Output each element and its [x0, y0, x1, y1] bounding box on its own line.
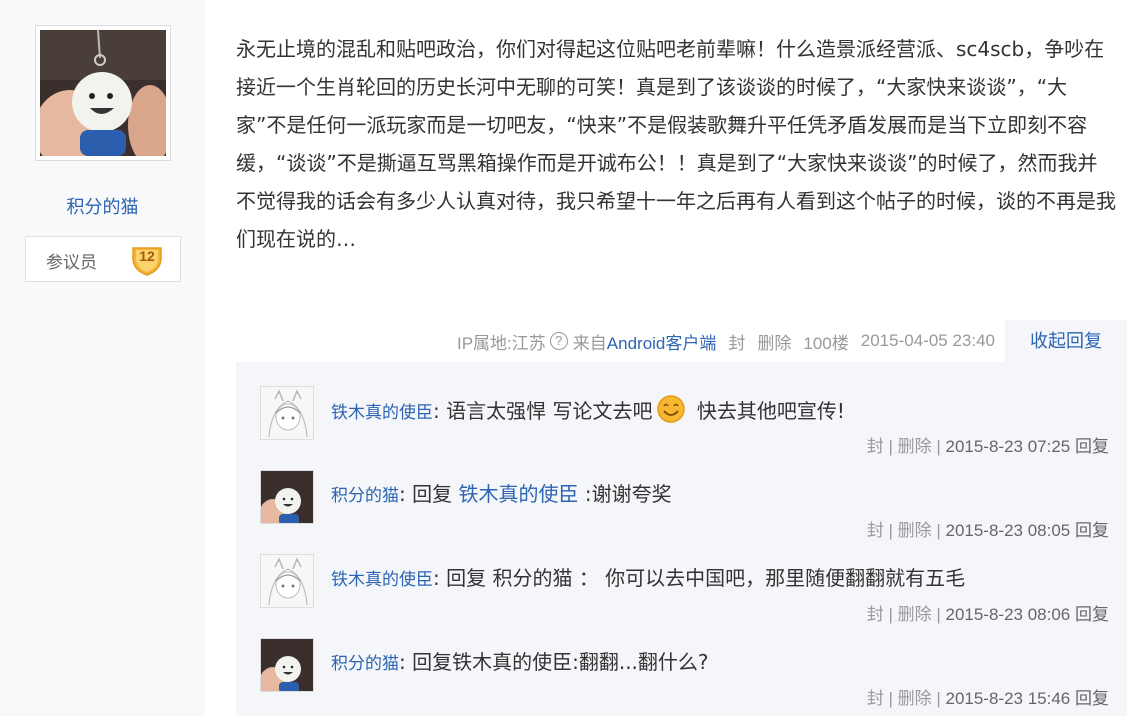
- reply-username[interactable]: 积分的猫: [331, 486, 399, 506]
- rank-box: 参议员 12: [25, 236, 181, 282]
- post-tail: IP属地:江苏 ? 来自 Android客户端 封 删除 100楼 2015-0…: [236, 320, 1127, 362]
- level-badge-icon[interactable]: 12: [130, 242, 164, 276]
- client-link[interactable]: Android客户端: [607, 329, 717, 354]
- post-content: 永无止境的混乱和贴吧政治，你们对得起这位贴吧老前辈嘛！什么造景派经营派、sc4s…: [236, 37, 1116, 251]
- reply-avatar[interactable]: [260, 554, 314, 608]
- reply-item: 铁木真的使臣: 回复 积分的猫 ： 你可以去中国吧，那里随便翻翻就有五毛 封 |…: [236, 530, 1127, 624]
- level-number: 12: [139, 248, 155, 264]
- reply-avatar[interactable]: [260, 638, 314, 692]
- help-icon[interactable]: ?: [549, 332, 568, 350]
- reply-text: 铁木真的使臣: 回复 积分的猫 ： 你可以去中国吧，那里随便翻翻就有五毛: [331, 566, 966, 590]
- doll-avatar-icon: [261, 471, 313, 523]
- collapse-replies-button[interactable]: 收起回复: [1005, 320, 1127, 362]
- block-link[interactable]: 封: [728, 329, 745, 354]
- reply-text: 铁木真的使臣: 语言太强悍 写论文去吧 快去其他吧宣传!: [331, 394, 845, 429]
- post-meta: IP属地:江苏 ? 来自 Android客户端 封 删除 100楼 2015-0…: [457, 320, 995, 362]
- reply-username[interactable]: 铁木真的使臣: [331, 570, 433, 590]
- reply-delete-link[interactable]: 删除: [898, 689, 932, 708]
- from-prefix: 来自: [572, 333, 607, 353]
- reply-block-link[interactable]: 封: [867, 689, 884, 708]
- anime-girl-avatar-icon: [261, 387, 313, 439]
- reply-target-link[interactable]: 铁木真的使臣: [458, 482, 578, 506]
- reply-item: 积分的猫: 回复铁木真的使臣:翻翻...翻什么? 封 | 删除 | 2015-8…: [236, 614, 1127, 708]
- reply-button[interactable]: 回复: [1075, 689, 1109, 708]
- reply-text: 积分的猫: 回复 铁木真的使臣 :谢谢夸奖: [331, 482, 672, 506]
- delete-link[interactable]: 删除: [757, 329, 791, 354]
- user-avatar[interactable]: [35, 25, 171, 161]
- reply-item: 积分的猫: 回复 铁木真的使臣 :谢谢夸奖 封 | 删除 | 2015-8-23…: [236, 446, 1127, 540]
- reply-meta: 封 | 删除 | 2015-8-23 15:46 回复: [866, 689, 1109, 708]
- replies-panel: 铁木真的使臣: 语言太强悍 写论文去吧 快去其他吧宣传! 封 | 删除 | 20…: [236, 362, 1127, 716]
- rank-title: 参议员: [46, 253, 97, 272]
- reply-time: 2015-8-23 15:46: [945, 689, 1071, 708]
- doll-avatar-icon: [261, 639, 313, 691]
- reply-avatar[interactable]: [260, 470, 314, 524]
- doll-avatar-image: [40, 30, 166, 156]
- smile-emoji-icon: [656, 394, 686, 429]
- post-time: 2015-04-05 23:40: [860, 331, 995, 350]
- reply-username[interactable]: 积分的猫: [331, 654, 399, 674]
- reply-item: 铁木真的使臣: 语言太强悍 写论文去吧 快去其他吧宣传! 封 | 删除 | 20…: [236, 362, 1127, 456]
- floor-number: 100楼: [803, 333, 849, 353]
- anime-girl-avatar-icon: [261, 555, 313, 607]
- username-link[interactable]: 积分的猫: [0, 193, 205, 219]
- user-sidebar: 积分的猫 参议员 12: [0, 0, 205, 716]
- ip-location: IP属地:江苏: [456, 333, 546, 353]
- reply-username[interactable]: 铁木真的使臣: [331, 403, 433, 423]
- reply-text: 积分的猫: 回复铁木真的使臣:翻翻...翻什么?: [331, 650, 709, 674]
- reply-avatar[interactable]: [260, 386, 314, 440]
